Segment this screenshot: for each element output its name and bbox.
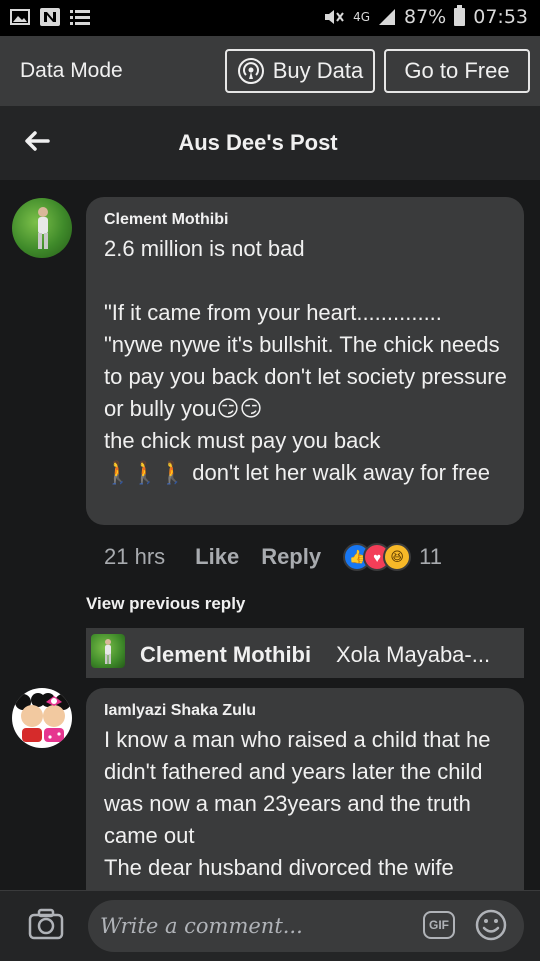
network-type: 4G <box>353 10 370 24</box>
buy-data-button[interactable]: Buy Data <box>225 49 375 93</box>
gallery-icon <box>10 9 30 25</box>
status-bar: 4G 87% 07:53 <box>0 0 540 36</box>
reply-text: Xola Mayaba-... <box>336 642 491 667</box>
reply-author[interactable]: Clement Mothibi <box>140 642 311 668</box>
notification-icons <box>10 8 90 26</box>
comment-text: 2.6 million is not bad "If it came from … <box>104 236 507 485</box>
avatar[interactable] <box>91 634 125 668</box>
n-app-icon <box>40 8 60 26</box>
reply-button[interactable]: Reply <box>261 544 321 570</box>
signal-icon <box>379 9 395 25</box>
broadcast-icon <box>237 58 264 84</box>
reply-preview[interactable]: Clement Mothibi Xola Mayaba-... <box>86 628 524 678</box>
data-mode-label: Data Mode <box>20 59 123 82</box>
person-photo-icon <box>38 207 48 249</box>
comments-list: Clement Mothibi 2.6 million is not bad "… <box>0 180 540 890</box>
gif-button[interactable]: GIF <box>423 911 455 939</box>
reactions-summary[interactable]: 👍 ♥ 😆 <box>343 543 412 571</box>
emoji-icon[interactable] <box>474 908 508 942</box>
comment-time[interactable]: 21 hrs <box>104 544 165 570</box>
list-icon <box>70 10 90 25</box>
data-mode-bar: Data Mode Buy Data Go to Free <box>0 36 540 106</box>
person-photo-icon <box>105 639 111 664</box>
buy-data-label: Buy Data <box>272 58 364 83</box>
view-previous-reply-link[interactable]: View previous reply <box>86 594 245 614</box>
camera-icon[interactable] <box>28 908 64 940</box>
system-icons: 4G 87% 07:53 <box>323 5 528 28</box>
avatar[interactable] <box>12 688 72 748</box>
comment-input[interactable]: Write a comment... GIF <box>88 900 524 952</box>
comment-bubble[interactable]: Iamlyazi Shaka Zulu I know a man who rai… <box>86 688 524 890</box>
clock: 07:53 <box>473 6 528 28</box>
like-button[interactable]: Like <box>195 544 239 570</box>
cartoon-mice-icon <box>15 693 71 742</box>
comment-text: I know a man who raised a child that he … <box>104 727 491 880</box>
battery-icon <box>454 5 466 26</box>
comment-placeholder: Write a comment... <box>100 914 303 938</box>
comment-composer: Write a comment... GIF <box>0 890 540 961</box>
page-title: Aus Dee's Post <box>178 130 338 155</box>
post-header: Aus Dee's Post <box>0 106 540 180</box>
mute-icon <box>325 10 344 24</box>
comment-bubble[interactable]: Clement Mothibi 2.6 million is not bad "… <box>86 197 524 525</box>
go-to-free-button[interactable]: Go to Free <box>384 49 530 93</box>
comment-author[interactable]: Clement Mothibi <box>104 211 514 229</box>
reaction-count[interactable]: 11 <box>419 544 442 570</box>
comment-actions: 21 hrs Like Reply 👍 ♥ 😆 11 <box>104 543 442 571</box>
avatar[interactable] <box>12 198 72 258</box>
comment-author[interactable]: Iamlyazi Shaka Zulu <box>104 702 514 720</box>
battery-percent: 87% <box>404 6 447 28</box>
haha-icon: 😆 <box>383 543 412 571</box>
go-to-free-label: Go to Free <box>404 58 510 83</box>
